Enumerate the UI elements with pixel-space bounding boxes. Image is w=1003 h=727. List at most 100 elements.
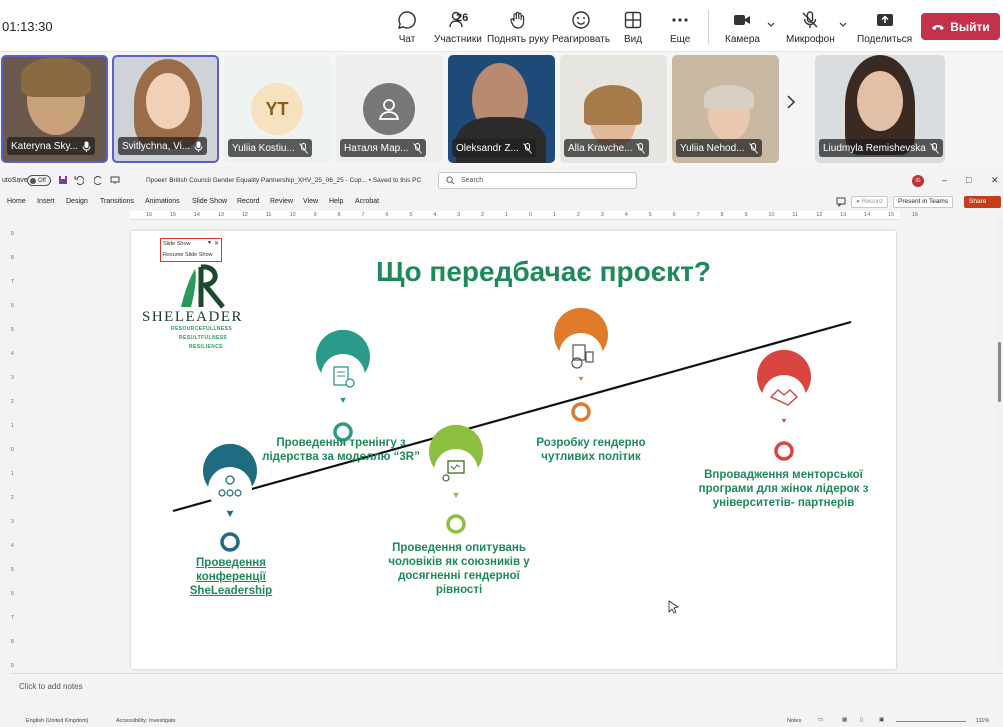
tab-slide-show[interactable]: Slide Show (192, 198, 227, 205)
participant-tile[interactable]: Oleksandr Z... (448, 55, 555, 163)
tab-acrobat[interactable]: Acrobat (355, 198, 379, 205)
maximize-button[interactable]: □ (966, 175, 971, 185)
ruler-tick-label: 10 (768, 212, 775, 218)
next-participants-arrow[interactable] (786, 92, 796, 115)
scrollbar-thumb[interactable] (998, 342, 1001, 402)
document-title: Проект British Council Gender Equality P… (146, 177, 422, 184)
chevron-right-icon (787, 95, 796, 109)
ruler-tick-label: 13 (217, 212, 224, 218)
participant-name-tag: Oleksandr Z... (452, 139, 536, 157)
timeline-graphic (172, 307, 852, 552)
participant-tile[interactable]: Yuliia Nehod... (672, 55, 779, 163)
mic-muted-icon (298, 142, 308, 154)
normal-view-icon[interactable]: ▭ (818, 717, 823, 723)
notes-toggle[interactable]: Notes (787, 718, 801, 724)
search-box[interactable]: Search (438, 172, 637, 189)
account-avatar[interactable]: IG (912, 175, 924, 187)
view-button[interactable]: Вид (623, 10, 643, 48)
ruler-tick-label: 7 (361, 212, 365, 218)
participant-name-tag: Yuliia Nehod... (676, 139, 762, 157)
close-button[interactable]: ✕ (991, 175, 999, 186)
notes-pane[interactable]: Click to add notes (10, 673, 1003, 699)
participant-tile[interactable]: Kateryna Sky... (1, 55, 108, 163)
undo-icon[interactable] (74, 175, 84, 185)
mic-icon (82, 141, 91, 152)
chat-button[interactable]: Чат (397, 10, 417, 48)
ruler-tick-label: 8 (11, 639, 14, 645)
comments-icon[interactable] (836, 197, 846, 207)
react-button[interactable]: Реагировать (552, 10, 610, 48)
face (146, 73, 190, 129)
participants-strip: Kateryna Sky... Svitlychna, Vi... YT Yul… (0, 52, 1003, 166)
autosave-toggle[interactable]: Off (27, 175, 51, 186)
participants-button[interactable]: 26 Участники (434, 10, 482, 48)
record-button[interactable]: ● Record (851, 196, 888, 208)
minimize-button[interactable]: – (942, 175, 947, 185)
tab-animations[interactable]: Animations (145, 198, 180, 205)
ruler-tick-label: 2 (576, 212, 580, 218)
camera-options-chevron-icon[interactable] (766, 20, 776, 30)
participant-name-tag: Liudmyla Remishevska (819, 139, 943, 157)
slideshow-view-icon[interactable]: ▣ (879, 717, 884, 723)
ruler-tick-label: 1 (11, 471, 14, 477)
tab-view[interactable]: View (303, 198, 318, 205)
participant-tile[interactable]: Наталя Мар... (336, 55, 443, 163)
ruler-tick-label: 4 (433, 212, 437, 218)
present-from-start-icon[interactable] (110, 175, 120, 185)
raise-hand-button[interactable]: Поднять руку (487, 10, 549, 48)
autosave-label: utoSave (2, 177, 28, 184)
tab-transitions[interactable]: Transitions (100, 198, 134, 205)
slide-canvas[interactable]: Slide Show ▼ ✕ Resume Slide Show SHELEAD… (131, 231, 896, 669)
ruler-tick-label: 8 (720, 212, 724, 218)
tab-insert[interactable]: Insert (37, 198, 55, 205)
tab-review[interactable]: Review (270, 198, 293, 205)
redo-icon[interactable] (94, 175, 104, 185)
microphone-button[interactable]: Микрофон (786, 10, 835, 48)
ruler-tick-label: 11 (792, 212, 799, 218)
participant-tile[interactable]: Alla Kravche... (560, 55, 667, 163)
mic-options-chevron-icon[interactable] (838, 20, 848, 30)
language-status[interactable]: English (United Kingdom) (26, 718, 88, 724)
camera-button[interactable]: Камера (725, 10, 760, 48)
share-tray-icon (876, 14, 893, 26)
ruler-tick-label: 5 (409, 212, 413, 218)
ruler-tick-label: 1 (11, 423, 14, 429)
ruler-tick-label: 9 (11, 231, 14, 237)
reading-view-icon[interactable]: ▯ (860, 717, 863, 723)
ruler-tick-label: 15 (169, 212, 177, 218)
ruler-tick-label: 3 (457, 212, 461, 218)
slide-sorter-icon[interactable]: ▦ (842, 717, 847, 723)
ruler-tick-label: 6 (672, 212, 676, 218)
ruler-tick-label: 7 (11, 279, 14, 285)
save-icon[interactable] (58, 175, 68, 185)
zoom-slider[interactable] (896, 721, 966, 722)
tab-record[interactable]: Record (237, 198, 260, 205)
ribbon-tabs: Home Insert Design Transitions Animation… (0, 194, 1003, 210)
accessibility-status[interactable]: Accessibility: Investigate (116, 718, 176, 724)
tab-design[interactable]: Design (66, 198, 88, 205)
ruler-tick-label: 12 (241, 212, 248, 218)
powerpoint-window: utoSave Off Проект British Council Gende… (0, 166, 1003, 727)
ruler-tick-label: 9 (744, 212, 748, 218)
ruler-tick-label: 3 (11, 519, 14, 525)
ruler-tick-label: 4 (11, 543, 14, 549)
more-icon (672, 18, 688, 22)
participant-tile[interactable]: Liudmyla Remishevska (815, 55, 945, 163)
share-screen-button[interactable]: Поделиться (857, 10, 912, 48)
ruler-tick-label: 14 (864, 212, 871, 218)
ruler-tick-label: 5 (648, 212, 652, 218)
vertical-scrollbar[interactable] (996, 218, 1003, 668)
camera-icon (734, 15, 751, 25)
zoom-level[interactable]: 111% (976, 718, 989, 724)
tab-home[interactable]: Home (7, 198, 26, 205)
mic-muted-icon (522, 142, 532, 154)
present-in-teams-button[interactable]: Present in Teams (893, 196, 954, 208)
participant-tile[interactable]: YT Yuliia Kostiu... (224, 55, 331, 163)
more-button[interactable]: Еще (670, 10, 690, 48)
tab-help[interactable]: Help (329, 198, 343, 205)
share-button[interactable]: Share (964, 196, 1001, 208)
ruler-tick-label: 8 (337, 212, 341, 218)
participant-tile[interactable]: Svitlychna, Vi... (112, 55, 219, 163)
leave-button[interactable]: Выйти (921, 13, 1000, 40)
participant-name-tag: Yuliia Kostiu... (228, 139, 312, 157)
